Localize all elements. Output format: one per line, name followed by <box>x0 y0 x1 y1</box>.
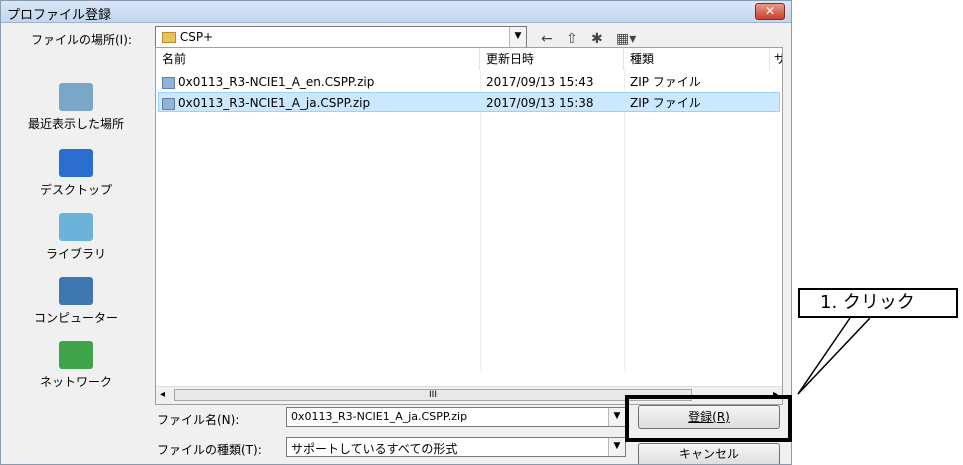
place-desktop[interactable]: デスクトップ <box>1 149 151 198</box>
window-title: プロファイル登録 <box>7 8 112 23</box>
computer-icon <box>59 277 93 305</box>
file-date: 2017/09/13 15:43 <box>486 75 594 89</box>
place-label: デスクトップ <box>39 183 112 197</box>
callout-click-label: 1. クリック <box>798 288 958 318</box>
place-network[interactable]: ネットワーク <box>1 341 151 390</box>
scroll-left-icon[interactable]: ◂ <box>160 389 165 400</box>
zip-file-icon <box>162 76 175 89</box>
folder-icon <box>162 32 176 43</box>
column-divider <box>624 70 625 370</box>
column-header-size[interactable]: サ <box>770 48 782 70</box>
file-type: ZIP ファイル <box>630 75 701 89</box>
look-in-value: CSP+ <box>179 30 214 44</box>
file-name: 0x0113_R3-NCIE1_A_en.CSPP.zip <box>178 75 375 89</box>
desktop-icon <box>59 149 93 177</box>
chevron-down-icon[interactable]: ▼ <box>608 408 625 426</box>
filename-input[interactable]: 0x0113_R3-NCIE1_A_ja.CSPP.zip ▼ <box>286 407 626 427</box>
column-divider <box>480 70 481 370</box>
place-library[interactable]: ライブラリ <box>1 213 151 262</box>
callout-pointer <box>797 317 870 395</box>
back-icon[interactable]: ← <box>541 31 553 47</box>
column-header-name[interactable]: 名前 <box>156 48 480 70</box>
place-label: ライブラリ <box>45 247 106 261</box>
filename-value: 0x0113_R3-NCIE1_A_ja.CSPP.zip <box>291 410 468 423</box>
register-highlight-box <box>625 395 792 442</box>
place-label: コンピューター <box>33 311 118 325</box>
file-row-ja[interactable]: 0x0113_R3-NCIE1_A_ja.CSPP.zip 2017/09/13… <box>158 92 780 112</box>
file-name: 0x0113_R3-NCIE1_A_ja.CSPP.zip <box>178 96 371 110</box>
column-header-date[interactable]: 更新日時 <box>480 48 624 70</box>
view-menu-icon[interactable]: ▦▾ <box>616 31 636 47</box>
library-icon <box>59 213 93 241</box>
chevron-down-icon[interactable]: ▼ <box>608 438 625 456</box>
place-recent[interactable]: 最近表示した場所 <box>1 83 151 132</box>
file-type: ZIP ファイル <box>630 96 701 110</box>
cancel-button[interactable]: キャンセル <box>638 443 780 464</box>
column-header-type[interactable]: 種類 <box>624 48 770 70</box>
recent-places-icon <box>59 83 93 111</box>
zip-file-icon <box>162 97 175 110</box>
look-in-dropdown[interactable]: CSP+ ▼ <box>155 26 527 48</box>
place-label: 最近表示した場所 <box>27 117 124 131</box>
filetype-label: ファイルの種類(T): <box>157 443 262 457</box>
filename-label: ファイル名(N): <box>157 413 240 427</box>
network-icon <box>59 341 93 369</box>
places-bar: 最近表示した場所 デスクトップ ライブラリ コンピューター ネットワーク <box>1 45 151 395</box>
place-computer[interactable]: コンピューター <box>1 277 151 326</box>
scroll-thumb[interactable]: III <box>174 389 692 401</box>
file-row-en[interactable]: 0x0113_R3-NCIE1_A_en.CSPP.zip 2017/09/13… <box>158 72 780 92</box>
chevron-down-icon[interactable]: ▼ <box>509 27 526 47</box>
place-label: ネットワーク <box>39 375 112 389</box>
filetype-value: サポートしているすべての形式 <box>291 442 458 456</box>
title-bar: プロファイル登録 ✕ <box>1 1 791 23</box>
close-button[interactable]: ✕ <box>755 3 785 20</box>
file-date: 2017/09/13 15:38 <box>486 96 594 110</box>
up-folder-icon[interactable]: ⇧ <box>566 31 578 47</box>
new-folder-icon[interactable]: ✱ <box>591 31 603 47</box>
file-list[interactable]: 名前 更新日時 種類 サ 0x0113_R3-NCIE1_A_en.CSPP.z… <box>155 47 783 405</box>
filetype-dropdown[interactable]: サポートしているすべての形式 ▼ <box>286 437 626 457</box>
